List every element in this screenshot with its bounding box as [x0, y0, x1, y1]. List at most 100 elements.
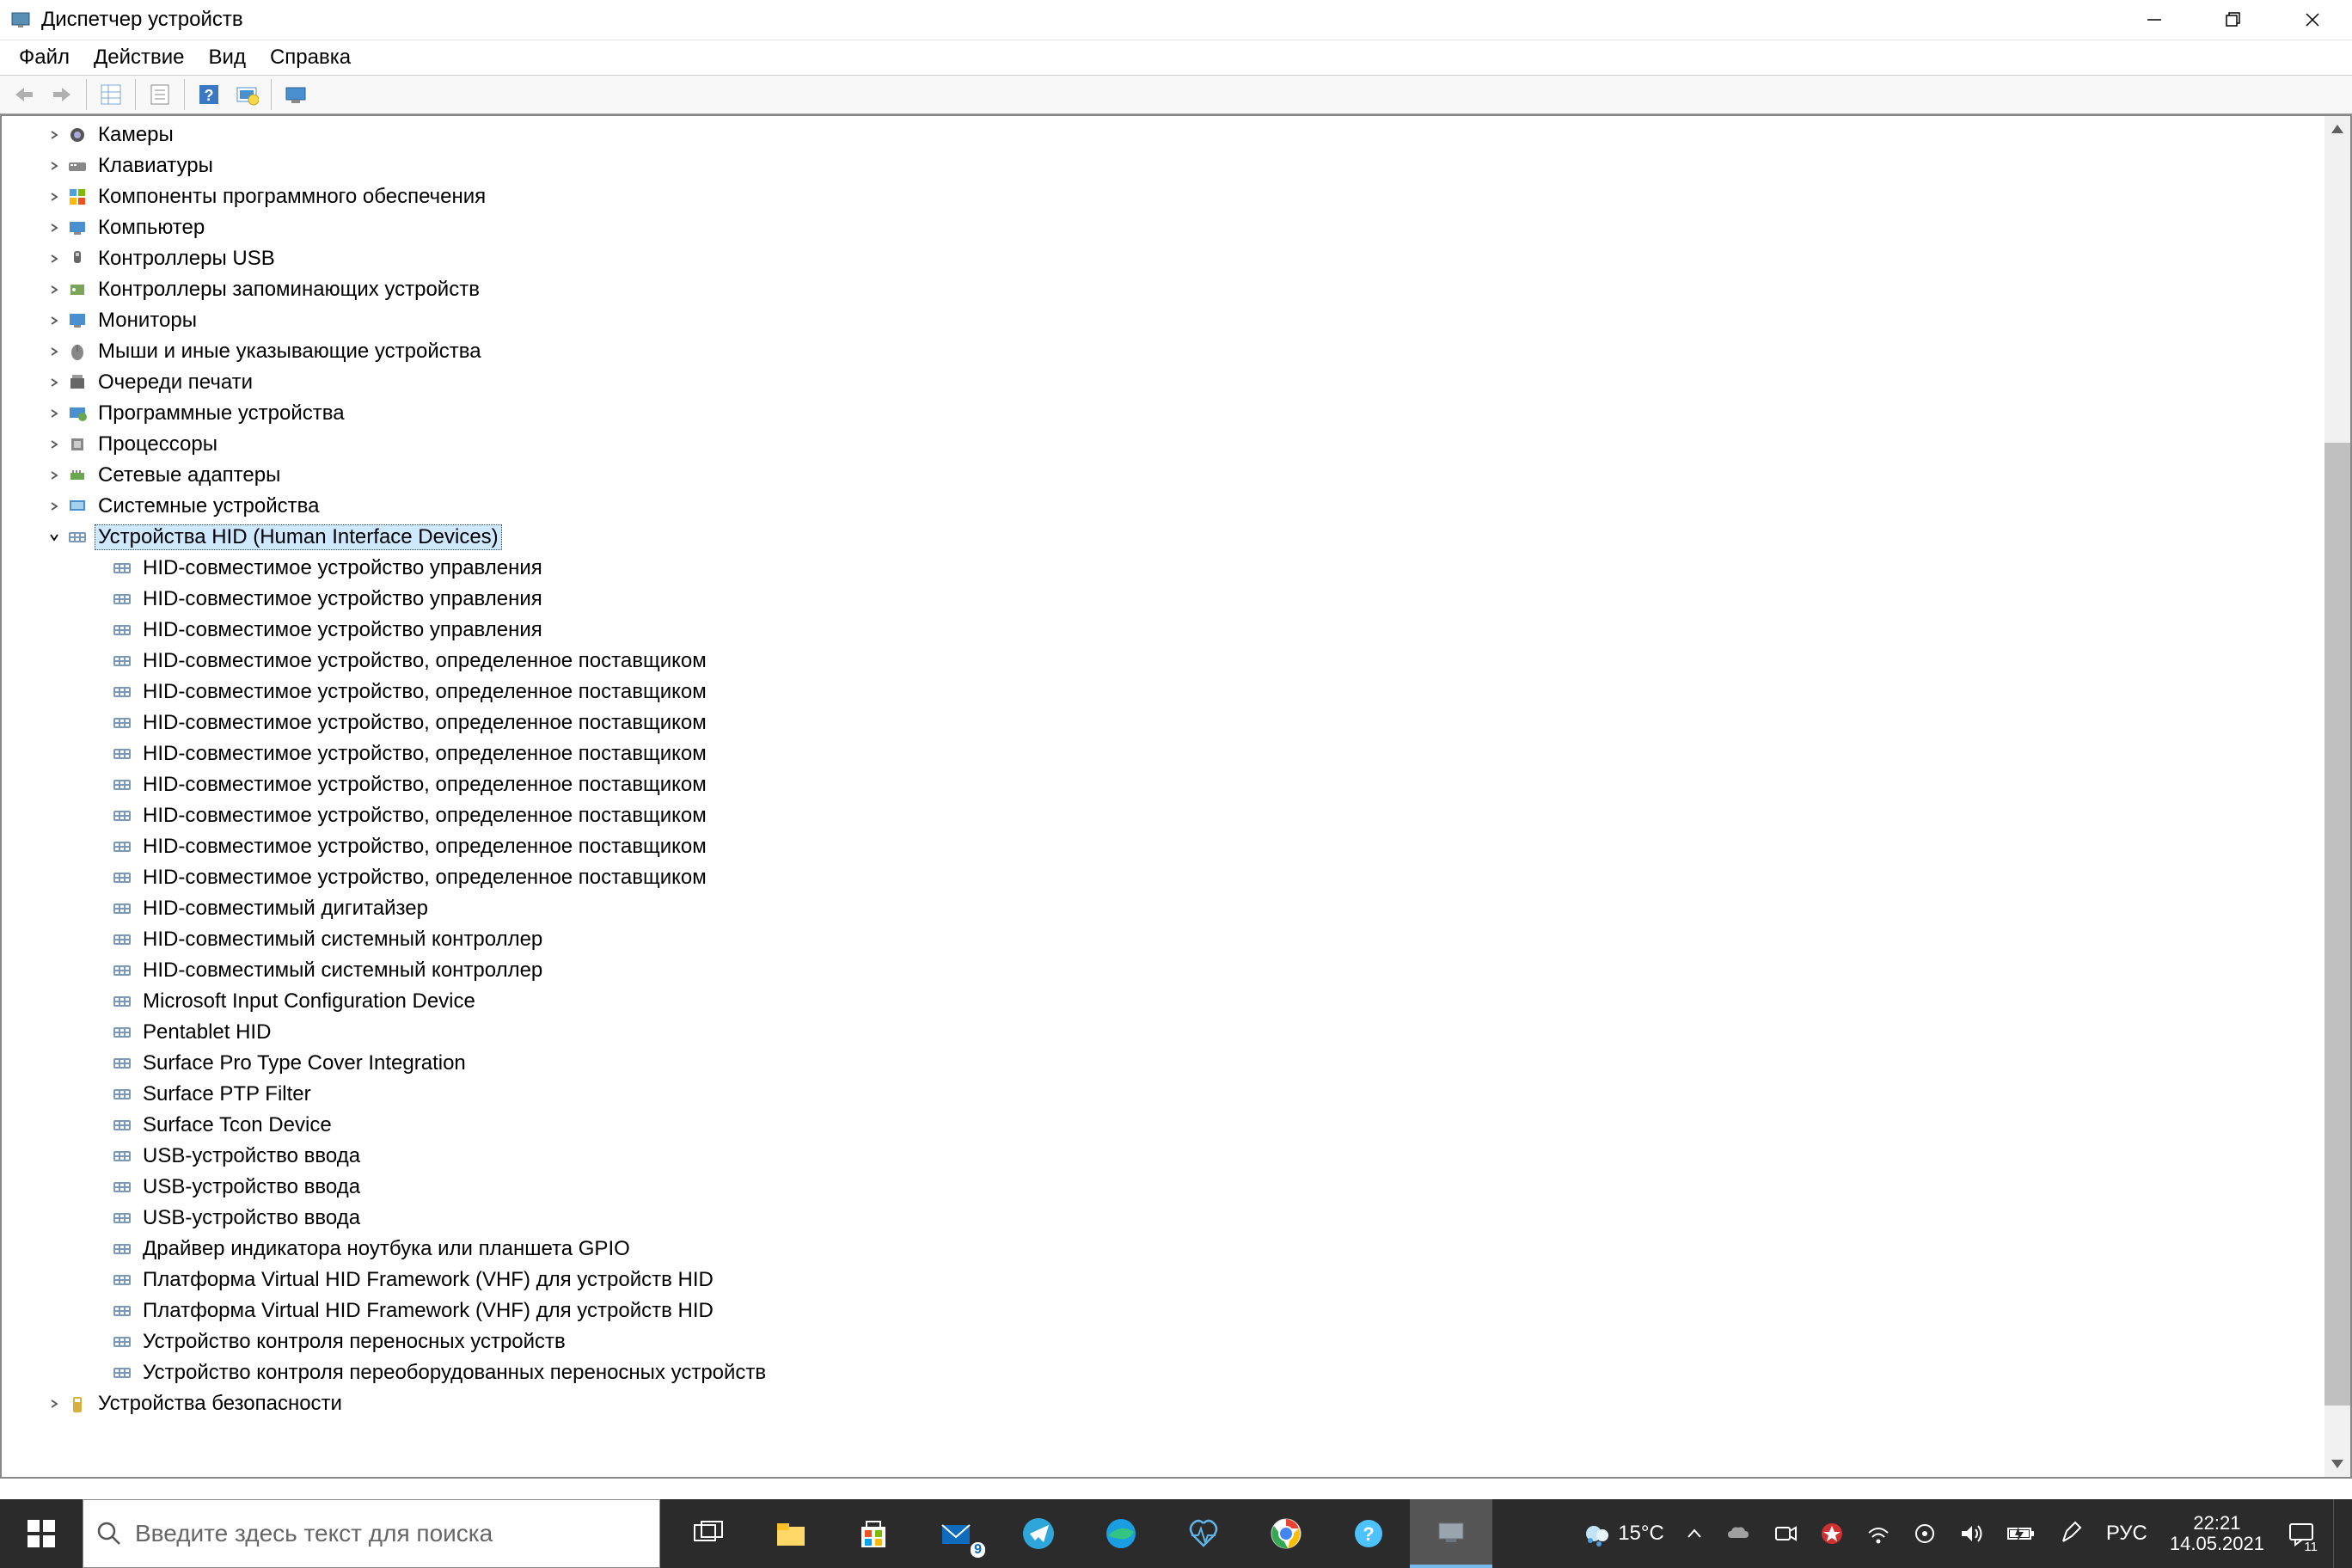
language-indicator[interactable]: РУС [2101, 1499, 2153, 1568]
tree-device[interactable]: Платформа Virtual HID Framework (VHF) дл… [5, 1295, 2324, 1326]
tree-device[interactable]: Платформа Virtual HID Framework (VHF) дл… [5, 1265, 2324, 1295]
expand-arrow-icon[interactable] [45, 315, 64, 326]
tree-device[interactable]: HID-совместимое устройство, определенное… [5, 831, 2324, 862]
menu-file[interactable]: Файл [7, 40, 82, 75]
microsoft-store-button[interactable] [832, 1499, 915, 1568]
action-center-button[interactable]: 11 [2282, 1499, 2321, 1568]
menu-action[interactable]: Действие [82, 40, 197, 75]
tree-device[interactable]: USB-устройство ввода [5, 1203, 2324, 1234]
tree-category[interactable]: Камеры [5, 119, 2324, 150]
tree-device[interactable]: HID-совместимый системный контроллер [5, 955, 2324, 986]
search-box[interactable]: Введите здесь текст для поиска [83, 1499, 660, 1568]
edge-button[interactable] [1080, 1499, 1162, 1568]
device-tree[interactable]: КамерыКлавиатурыКомпоненты программного … [5, 119, 2324, 1473]
close-button[interactable] [2273, 0, 2352, 40]
expand-arrow-icon[interactable] [45, 254, 64, 264]
start-button[interactable] [0, 1499, 83, 1568]
help-button[interactable]: ? [192, 77, 226, 112]
tree-device[interactable]: Microsoft Input Configuration Device [5, 986, 2324, 1017]
tree-device[interactable]: Surface PTP Filter [5, 1079, 2324, 1110]
tree-device[interactable]: Surface Tcon Device [5, 1110, 2324, 1141]
show-all-button[interactable] [94, 77, 128, 112]
scan-hardware-button[interactable] [230, 77, 264, 112]
tree-device[interactable]: HID-совместимое устройство управления [5, 615, 2324, 646]
tree-category[interactable]: Мыши и иные указывающие устройства [5, 336, 2324, 367]
properties-button[interactable] [143, 77, 177, 112]
tree-device[interactable]: HID-совместимое устройство, определенное… [5, 707, 2324, 738]
battery-icon[interactable] [2001, 1499, 2041, 1568]
tree-device[interactable]: HID-совместимый дигитайзер [5, 893, 2324, 924]
file-explorer-button[interactable] [750, 1499, 832, 1568]
tree-device[interactable]: Устройство контроля переносных устройств [5, 1326, 2324, 1357]
tree-device[interactable]: Surface Pro Type Cover Integration [5, 1048, 2324, 1079]
health-button[interactable] [1162, 1499, 1245, 1568]
tree-device[interactable]: Устройство контроля переоборудованных пе… [5, 1357, 2324, 1388]
tree-device[interactable]: USB-устройство ввода [5, 1141, 2324, 1172]
show-desktop-button[interactable] [2333, 1499, 2342, 1568]
scroll-down-button[interactable] [2324, 1451, 2350, 1477]
tree-category[interactable]: Контроллеры USB [5, 243, 2324, 274]
expand-arrow-icon[interactable] [45, 130, 64, 140]
tree-category[interactable]: Процессоры [5, 429, 2324, 460]
meet-now-icon[interactable] [1767, 1499, 1804, 1568]
scrollbar-thumb[interactable] [2324, 443, 2350, 1406]
mail-button[interactable]: 9 [915, 1499, 997, 1568]
get-help-button[interactable]: ? [1327, 1499, 1410, 1568]
expand-arrow-icon[interactable] [45, 377, 64, 388]
menu-view[interactable]: Вид [197, 40, 258, 75]
tree-category[interactable]: Программные устройства [5, 398, 2324, 429]
nav-forward-button[interactable] [45, 77, 79, 112]
tree-device[interactable]: HID-совместимый системный контроллер [5, 924, 2324, 955]
telegram-button[interactable] [997, 1499, 1080, 1568]
tree-category[interactable]: Компьютер [5, 212, 2324, 243]
device-manager-taskbar-button[interactable] [1410, 1499, 1492, 1568]
expand-arrow-icon[interactable] [45, 223, 64, 233]
tree-category[interactable]: Клавиатуры [5, 150, 2324, 181]
weather-widget[interactable]: 15°C [1577, 1499, 1669, 1568]
expand-arrow-icon[interactable] [45, 1399, 64, 1409]
tray-app-icon[interactable] [1816, 1499, 1848, 1568]
tree-device[interactable]: HID-совместимое устройство управления [5, 553, 2324, 584]
tree-category[interactable]: Сетевые адаптеры [5, 460, 2324, 491]
view-devices-button[interactable] [279, 77, 313, 112]
nav-back-button[interactable] [7, 77, 41, 112]
tree-category-hid[interactable]: Устройства HID (Human Interface Devices) [5, 522, 2324, 553]
volume-icon[interactable] [1953, 1499, 1989, 1568]
onedrive-icon[interactable] [1719, 1499, 1755, 1568]
collapse-arrow-icon[interactable] [45, 532, 64, 542]
scroll-up-button[interactable] [2324, 116, 2350, 142]
show-hidden-icons-button[interactable] [1681, 1499, 1707, 1568]
expand-arrow-icon[interactable] [45, 346, 64, 357]
expand-arrow-icon[interactable] [45, 470, 64, 481]
chrome-button[interactable] [1245, 1499, 1327, 1568]
expand-arrow-icon[interactable] [45, 408, 64, 419]
tree-device[interactable]: HID-совместимое устройство, определенное… [5, 800, 2324, 831]
tree-device[interactable]: HID-совместимое устройство, определенное… [5, 862, 2324, 893]
expand-arrow-icon[interactable] [45, 439, 64, 450]
expand-arrow-icon[interactable] [45, 192, 64, 202]
tree-device[interactable]: USB-устройство ввода [5, 1172, 2324, 1203]
pen-icon[interactable] [2053, 1499, 2089, 1568]
tree-device[interactable]: Драйвер индикатора ноутбука или планшета… [5, 1234, 2324, 1265]
tree-device[interactable]: Pentablet HID [5, 1017, 2324, 1048]
location-icon[interactable] [1908, 1499, 1941, 1568]
tree-category[interactable]: Устройства безопасности [5, 1388, 2324, 1419]
tree-device[interactable]: HID-совместимое устройство, определенное… [5, 769, 2324, 800]
task-view-button[interactable] [667, 1499, 750, 1568]
menu-help[interactable]: Справка [258, 40, 363, 75]
tree-category[interactable]: Контроллеры запоминающих устройств [5, 274, 2324, 305]
wifi-icon[interactable] [1860, 1499, 1896, 1568]
maximize-button[interactable] [2194, 0, 2273, 40]
expand-arrow-icon[interactable] [45, 161, 64, 171]
tree-device[interactable]: HID-совместимое устройство управления [5, 584, 2324, 615]
scrollbar-track[interactable] [2324, 116, 2350, 1477]
tree-device[interactable]: HID-совместимое устройство, определенное… [5, 738, 2324, 769]
tree-category[interactable]: Компоненты программного обеспечения [5, 181, 2324, 212]
tree-device[interactable]: HID-совместимое устройство, определенное… [5, 646, 2324, 677]
tree-category[interactable]: Системные устройства [5, 491, 2324, 522]
tree-category[interactable]: Мониторы [5, 305, 2324, 336]
minimize-button[interactable] [2115, 0, 2194, 40]
tree-category[interactable]: Очереди печати [5, 367, 2324, 398]
expand-arrow-icon[interactable] [45, 285, 64, 295]
clock[interactable]: 22:21 14.05.2021 [2165, 1499, 2269, 1568]
